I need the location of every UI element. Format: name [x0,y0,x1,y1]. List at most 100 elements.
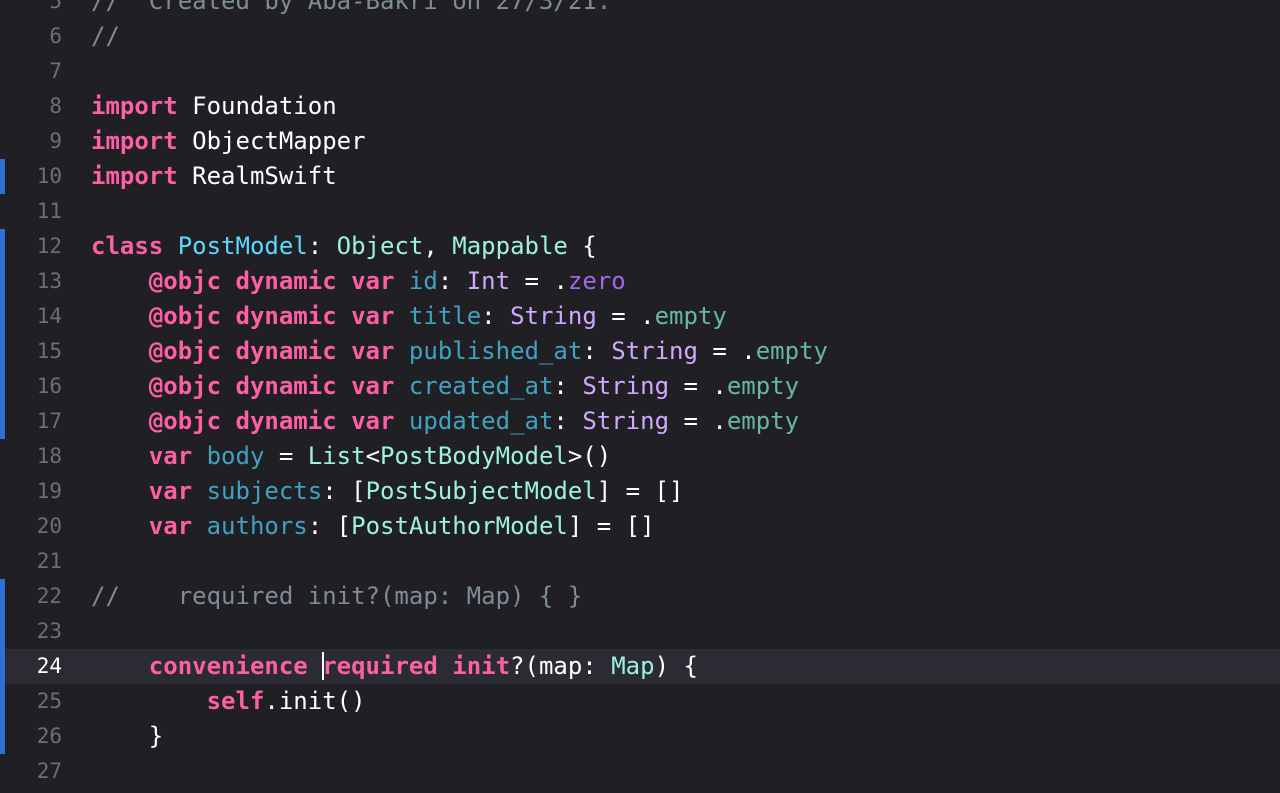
code-text[interactable]: // Created by Aba-Bakri on 27/3/21. [91,0,611,19]
code-token: var [351,407,395,435]
line-number: 13 [36,269,62,293]
code-token: String [582,372,670,400]
code-token: class [91,232,164,260]
code-text[interactable]: convenience required init?(map: Map) { [91,649,698,684]
code-token: PostAuthorModel [351,512,568,540]
code-token: : [553,372,583,400]
code-token: PostSubjectModel [365,477,597,505]
code-text[interactable]: @objc dynamic var id: Int = .zero [91,264,626,299]
code-line[interactable]: 21 [0,544,1280,579]
code-token: PostBodyModel [380,442,568,470]
code-text[interactable]: } [91,719,163,754]
code-token: ObjectMapper [177,127,366,155]
code-editor[interactable]: 5 // Created by Aba-Bakri on 27/3/21. 6 // 7… [0,0,1280,793]
code-text[interactable]: var authors: [PostAuthorModel] = [] [91,509,655,544]
code-line[interactable]: 8 import Foundation [0,89,1280,124]
code-text[interactable]: var body = List<PostBodyModel>() [91,439,611,474]
line-number: 27 [36,759,62,783]
code-token: dynamic [235,302,337,330]
code-line[interactable]: 13 @objc dynamic var id: Int = .zero [0,264,1280,299]
code-line[interactable]: 18 var body = List<PostBodyModel>() [0,439,1280,474]
code-token: , [423,232,453,260]
code-text[interactable]: import RealmSwift [91,159,337,194]
code-text[interactable]: var subjects: [PostSubjectModel] = [] [91,474,684,509]
code-text[interactable]: @objc dynamic var created_at: String = .… [91,369,799,404]
code-token: // Created by Aba-Bakri on 27/3/21. [91,0,612,15]
code-line[interactable]: 19 var subjects: [PostSubjectModel] = [] [0,474,1280,509]
code-line[interactable]: 16 @objc dynamic var created_at: String … [0,369,1280,404]
code-line[interactable]: 27 [0,754,1280,789]
code-line[interactable]: 7 [0,54,1280,89]
code-line[interactable]: 28 func mapping(map: Map) { [0,789,1280,793]
line-number: 21 [36,549,62,573]
line-number: 19 [36,479,62,503]
code-line[interactable]: 6 // [0,19,1280,54]
code-line[interactable]: 25 self.init() [0,684,1280,719]
code-text[interactable]: // required init?(map: Map) { } [91,579,582,614]
code-text[interactable]: @objc dynamic var published_at: String =… [91,334,828,369]
code-text[interactable]: @objc dynamic var updated_at: String = .… [91,404,799,439]
code-token: : [ [307,512,352,540]
line-number: 25 [36,689,62,713]
code-line[interactable]: 20 var authors: [PostAuthorModel] = [] [0,509,1280,544]
code-line[interactable]: 11 [0,194,1280,229]
code-line[interactable]: 24 convenience required init?(map: Map) … [0,649,1280,684]
code-token: dynamic [235,407,337,435]
code-token: ) { [654,652,698,680]
code-token: init [278,687,337,715]
code-line[interactable]: 9 import ObjectMapper [0,124,1280,159]
line-number: 14 [36,304,62,328]
code-token: empty [726,407,800,435]
code-line[interactable]: 12 class PostModel: Object, Mappable { [0,229,1280,264]
code-line[interactable]: 10 import RealmSwift [0,159,1280,194]
code-line[interactable]: 15 @objc dynamic var published_at: Strin… [0,334,1280,369]
code-text[interactable]: self.init() [91,684,366,719]
code-token: < [365,442,381,470]
code-text[interactable]: func mapping(map: Map) { [91,789,496,793]
code-line[interactable]: 23 [0,614,1280,649]
code-token: // [91,22,120,50]
code-text[interactable]: import ObjectMapper [91,124,366,159]
code-text[interactable]: import Foundation [91,89,337,124]
code-line[interactable]: 26 } [0,719,1280,754]
code-token: zero [567,267,626,295]
line-number: 20 [36,514,62,538]
code-text[interactable]: class PostModel: Object, Mappable { [91,229,597,264]
code-text[interactable]: // [91,19,120,54]
code-line[interactable]: 22 // required init?(map: Map) { } [0,579,1280,614]
code-line[interactable]: 17 @objc dynamic var updated_at: String … [0,404,1280,439]
line-number: 22 [36,584,62,608]
code-token: authors [206,512,308,540]
code-token: var [351,337,395,365]
code-text[interactable]: @objc dynamic var title: String = .empty [91,299,727,334]
code-token: = . [697,337,756,365]
code-token: published_at [408,337,583,365]
code-token: = . [510,267,568,295]
code-token: ] = [] [596,477,684,505]
code-line[interactable]: 5 // Created by Aba-Bakri on 27/3/21. [0,0,1280,19]
code-token: id [408,267,438,295]
code-line[interactable]: 14 @objc dynamic var title: String = .em… [0,299,1280,334]
line-number: 6 [49,24,62,48]
code-token: var [351,372,395,400]
code-token: dynamic [235,337,337,365]
code-token: List [307,442,366,470]
code-token: ?(map: [510,652,612,680]
code-token: @objc [148,337,222,365]
code-lines[interactable]: 5 // Created by Aba-Bakri on 27/3/21. 6 // 7… [0,0,1280,793]
code-token: RealmSwift [177,162,337,190]
